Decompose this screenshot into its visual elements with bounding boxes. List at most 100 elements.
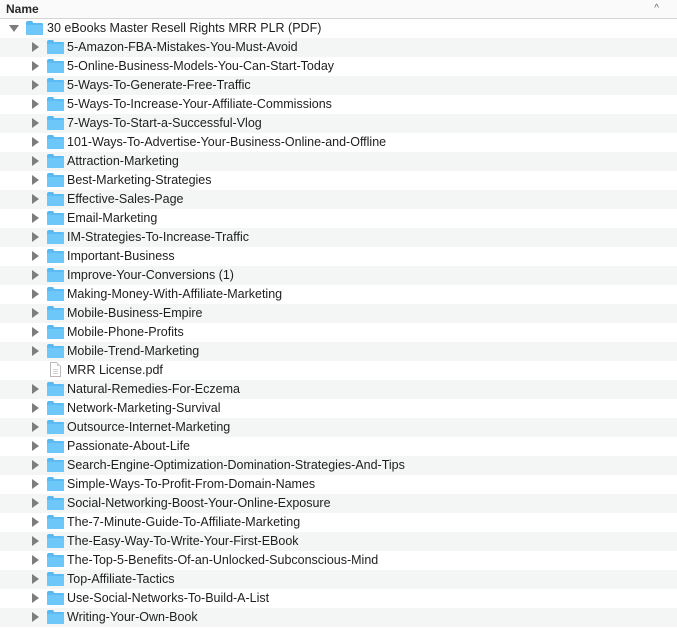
folder-row[interactable]: Making-Money-With-Affiliate-Marketing xyxy=(0,285,677,304)
folder-icon xyxy=(47,230,64,244)
disclosure-collapsed-icon[interactable] xyxy=(32,289,39,299)
folder-row[interactable]: Use-Social-Networks-To-Build-A-List xyxy=(0,589,677,608)
item-label: The-Top-5-Benefits-Of-an-Unlocked-Subcon… xyxy=(67,553,379,567)
disclosure-collapsed-icon[interactable] xyxy=(32,232,39,242)
folder-row[interactable]: Mobile-Trend-Marketing xyxy=(0,342,677,361)
folder-row[interactable]: Effective-Sales-Page xyxy=(0,190,677,209)
folder-row[interactable]: Attraction-Marketing xyxy=(0,152,677,171)
folder-row[interactable]: Natural-Remedies-For-Eczema xyxy=(0,380,677,399)
column-header[interactable]: Name ^ xyxy=(0,0,677,19)
disclosure-collapsed-icon[interactable] xyxy=(32,99,39,109)
folder-icon xyxy=(47,135,64,149)
folder-row[interactable]: Best-Marketing-Strategies xyxy=(0,171,677,190)
disclosure-collapsed-icon[interactable] xyxy=(32,384,39,394)
disclosure-collapsed-icon[interactable] xyxy=(32,422,39,432)
folder-row[interactable]: Social-Networking-Boost-Your-Online-Expo… xyxy=(0,494,677,513)
disclosure-collapsed-icon[interactable] xyxy=(32,555,39,565)
folder-row[interactable]: Passionate-About-Life xyxy=(0,437,677,456)
folder-icon xyxy=(47,306,64,320)
disclosure-collapsed-icon[interactable] xyxy=(32,156,39,166)
folder-row[interactable]: 5-Ways-To-Generate-Free-Traffic xyxy=(0,76,677,95)
folder-row[interactable]: Improve-Your-Conversions (1) xyxy=(0,266,677,285)
folder-row[interactable]: Simple-Ways-To-Profit-From-Domain-Names xyxy=(0,475,677,494)
folder-icon xyxy=(47,591,64,605)
vertical-scrollbar[interactable] xyxy=(673,19,677,629)
folder-icon xyxy=(47,192,64,206)
item-label: The-Easy-Way-To-Write-Your-First-EBook xyxy=(67,534,299,548)
folder-icon xyxy=(47,572,64,586)
folder-row[interactable]: Outsource-Internet-Marketing xyxy=(0,418,677,437)
item-label: 5-Online-Business-Models-You-Can-Start-T… xyxy=(67,59,335,73)
folder-row[interactable]: The-Top-5-Benefits-Of-an-Unlocked-Subcon… xyxy=(0,551,677,570)
disclosure-collapsed-icon[interactable] xyxy=(32,42,39,52)
disclosure-collapsed-icon[interactable] xyxy=(32,308,39,318)
sort-ascending-icon[interactable]: ^ xyxy=(654,3,659,14)
disclosure-collapsed-icon[interactable] xyxy=(32,498,39,508)
item-label: 101-Ways-To-Advertise-Your-Business-Onli… xyxy=(67,135,387,149)
disclosure-collapsed-icon[interactable] xyxy=(32,536,39,546)
disclosure-collapsed-icon[interactable] xyxy=(32,574,39,584)
disclosure-collapsed-icon[interactable] xyxy=(32,612,39,622)
folder-row[interactable]: 5-Ways-To-Increase-Your-Affiliate-Commis… xyxy=(0,95,677,114)
folder-icon xyxy=(47,344,64,358)
disclosure-collapsed-icon[interactable] xyxy=(32,194,39,204)
item-label: Improve-Your-Conversions (1) xyxy=(67,268,234,282)
disclosure-collapsed-icon[interactable] xyxy=(32,80,39,90)
disclosure-collapsed-icon[interactable] xyxy=(32,327,39,337)
root-folder-label: 30 eBooks Master Resell Rights MRR PLR (… xyxy=(47,21,322,35)
folder-icon xyxy=(47,458,64,472)
disclosure-collapsed-icon[interactable] xyxy=(32,213,39,223)
disclosure-collapsed-icon[interactable] xyxy=(32,441,39,451)
folder-icon xyxy=(47,382,64,396)
item-label: 5-Ways-To-Generate-Free-Traffic xyxy=(67,78,251,92)
disclosure-collapsed-icon[interactable] xyxy=(32,479,39,489)
folder-icon xyxy=(47,59,64,73)
folder-row[interactable]: IM-Strategies-To-Increase-Traffic xyxy=(0,228,677,247)
disclosure-collapsed-icon[interactable] xyxy=(32,517,39,527)
disclosure-collapsed-icon[interactable] xyxy=(32,460,39,470)
item-label: Mobile-Phone-Profits xyxy=(67,325,184,339)
folder-icon xyxy=(47,477,64,491)
disclosure-collapsed-icon[interactable] xyxy=(32,137,39,147)
folder-icon xyxy=(47,40,64,54)
folder-row[interactable]: Mobile-Business-Empire xyxy=(0,304,677,323)
folder-row[interactable]: Network-Marketing-Survival xyxy=(0,399,677,418)
name-column-header[interactable]: Name xyxy=(6,2,39,16)
disclosure-collapsed-icon[interactable] xyxy=(32,118,39,128)
disclosure-collapsed-icon[interactable] xyxy=(32,175,39,185)
folder-row[interactable]: 101-Ways-To-Advertise-Your-Business-Onli… xyxy=(0,133,677,152)
item-label: Attraction-Marketing xyxy=(67,154,179,168)
root-folder-row[interactable]: 30 eBooks Master Resell Rights MRR PLR (… xyxy=(0,19,677,38)
file-row[interactable]: MRR License.pdf xyxy=(0,361,677,380)
folder-row[interactable]: Important-Business xyxy=(0,247,677,266)
disclosure-collapsed-icon[interactable] xyxy=(32,593,39,603)
disclosure-collapsed-icon[interactable] xyxy=(32,61,39,71)
folder-row[interactable]: The-Easy-Way-To-Write-Your-First-EBook xyxy=(0,532,677,551)
disclosure-collapsed-icon[interactable] xyxy=(32,251,39,261)
folder-icon xyxy=(47,116,64,130)
disclosure-collapsed-icon[interactable] xyxy=(32,403,39,413)
item-label: Social-Networking-Boost-Your-Online-Expo… xyxy=(67,496,331,510)
folder-icon xyxy=(47,173,64,187)
folder-icon xyxy=(47,439,64,453)
item-label: Writing-Your-Own-Book xyxy=(67,610,198,624)
folder-row[interactable]: Writing-Your-Own-Book xyxy=(0,608,677,627)
item-label: Natural-Remedies-For-Eczema xyxy=(67,382,240,396)
disclosure-collapsed-icon[interactable] xyxy=(32,346,39,356)
folder-row[interactable]: Top-Affiliate-Tactics xyxy=(0,570,677,589)
folder-row[interactable]: 5-Online-Business-Models-You-Can-Start-T… xyxy=(0,57,677,76)
item-label: Email-Marketing xyxy=(67,211,158,225)
item-label: Simple-Ways-To-Profit-From-Domain-Names xyxy=(67,477,316,491)
folder-row[interactable]: Email-Marketing xyxy=(0,209,677,228)
folder-icon xyxy=(47,154,64,168)
disclosure-collapsed-icon[interactable] xyxy=(32,270,39,280)
folder-row[interactable]: Search-Engine-Optimization-Domination-St… xyxy=(0,456,677,475)
folder-icon xyxy=(47,268,64,282)
disclosure-expanded-icon[interactable] xyxy=(9,25,19,32)
folder-row[interactable]: 7-Ways-To-Start-a-Successful-Vlog xyxy=(0,114,677,133)
folder-row[interactable]: Mobile-Phone-Profits xyxy=(0,323,677,342)
item-label: 5-Ways-To-Increase-Your-Affiliate-Commis… xyxy=(67,97,332,111)
folder-row[interactable]: The-7-Minute-Guide-To-Affiliate-Marketin… xyxy=(0,513,677,532)
folder-row[interactable]: 5-Amazon-FBA-Mistakes-You-Must-Avoid xyxy=(0,38,677,57)
item-label: Passionate-About-Life xyxy=(67,439,190,453)
